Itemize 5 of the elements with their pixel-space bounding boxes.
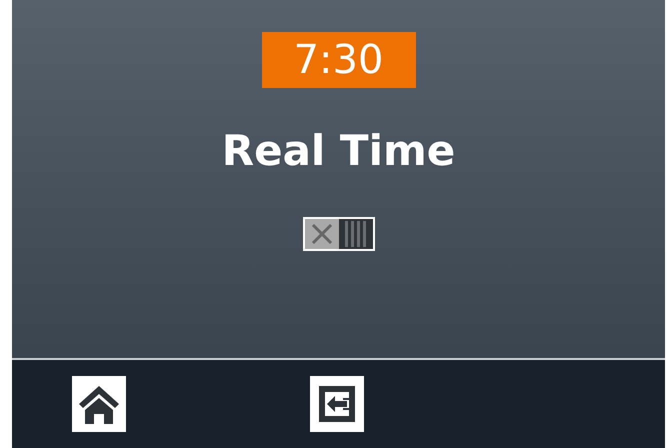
home-icon[interactable] <box>72 376 126 432</box>
clock-time: 7:30 <box>262 32 416 88</box>
toggle-switch[interactable] <box>302 217 374 251</box>
screen-title: Real Time <box>222 126 456 175</box>
exit-icon[interactable] <box>310 376 364 432</box>
